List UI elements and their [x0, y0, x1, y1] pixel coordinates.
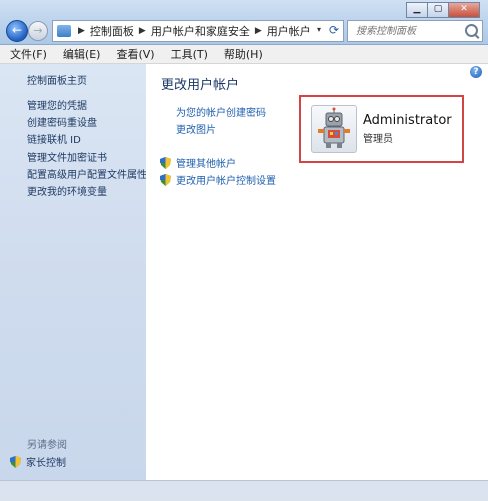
robot-avatar-icon [318, 107, 350, 148]
menu-bar: 文件(F) 编辑(E) 查看(V) 工具(T) 帮助(H) [0, 45, 488, 64]
sidebar: 控制面板主页 管理您的凭据 创建密码重设盘 链接联机 ID 管理文件加密证书 配… [0, 64, 147, 480]
control-panel-icon [57, 25, 71, 37]
back-button[interactable]: ← [6, 20, 28, 42]
refresh-icon[interactable]: ⟳ [329, 23, 339, 37]
menu-edit[interactable]: 编辑(E) [53, 46, 107, 62]
sidebar-link-online-id[interactable]: 链接联机 ID [27, 131, 81, 146]
breadcrumb-separator: ▶ [78, 26, 85, 36]
control-panel-window: ▁ ▢ ✕ ← → ▶ 控制面板 ▶ 用户帐户和家庭安全 ▶ 用户帐户 ▾ ⟳ … [0, 0, 488, 501]
window-controls: ▁ ▢ ✕ [406, 2, 480, 18]
menu-help[interactable]: 帮助(H) [214, 46, 269, 62]
menu-tools[interactable]: 工具(T) [161, 46, 214, 62]
shield-icon [10, 455, 21, 468]
search-box [347, 20, 483, 42]
forward-button[interactable]: → [28, 21, 48, 41]
change-picture-link[interactable]: 更改图片 [176, 121, 216, 136]
avatar [311, 105, 357, 153]
breadcrumb-user-accounts-family[interactable]: 用户帐户和家庭安全 [149, 23, 252, 39]
manage-other-accounts-label: 管理其他帐户 [176, 159, 236, 170]
menu-view[interactable]: 查看(V) [106, 46, 160, 62]
sidebar-link-parental-controls[interactable]: 家长控制 [10, 454, 66, 469]
maximize-button[interactable]: ▢ [427, 2, 449, 18]
sidebar-home-link[interactable]: 控制面板主页 [27, 72, 87, 87]
help-icon[interactable]: ? [470, 66, 482, 78]
status-bar [0, 480, 488, 501]
breadcrumb-user-accounts[interactable]: 用户帐户 [265, 23, 313, 39]
parental-controls-label: 家长控制 [26, 458, 66, 469]
sidebar-link-environment-variables[interactable]: 更改我的环境变量 [27, 183, 107, 198]
uac-settings-label: 更改用户帐户控制设置 [176, 176, 276, 187]
see-also-heading: 另请参阅 [27, 440, 67, 451]
minimize-button[interactable]: ▁ [406, 2, 428, 18]
search-icon[interactable] [465, 24, 478, 37]
user-name: Administrator [363, 113, 452, 128]
menu-file[interactable]: 文件(F) [0, 46, 53, 62]
user-account-card[interactable]: Administrator 管理员 [299, 95, 464, 163]
manage-other-accounts-task[interactable]: 管理其他帐户 [160, 155, 236, 170]
title-nav-bar: ▁ ▢ ✕ ← → ▶ 控制面板 ▶ 用户帐户和家庭安全 ▶ 用户帐户 ▾ ⟳ [0, 0, 488, 45]
sidebar-link-advanced-profile[interactable]: 配置高级用户配置文件属性 [27, 166, 147, 181]
sidebar-link-encryption-certificates[interactable]: 管理文件加密证书 [27, 149, 107, 164]
sidebar-link-password-reset-disk[interactable]: 创建密码重设盘 [27, 114, 97, 129]
address-bar[interactable]: ▶ 控制面板 ▶ 用户帐户和家庭安全 ▶ 用户帐户 ▾ ⟳ [52, 20, 344, 42]
shield-icon [160, 156, 171, 169]
shield-icon [160, 173, 171, 186]
page-title: 更改用户帐户 [161, 78, 240, 93]
create-password-link[interactable]: 为您的帐户创建密码 [176, 104, 266, 119]
close-button[interactable]: ✕ [448, 2, 480, 18]
user-role: 管理员 [363, 134, 393, 145]
sidebar-link-manage-credentials[interactable]: 管理您的凭据 [27, 97, 87, 112]
chevron-down-icon[interactable]: ▾ [317, 25, 321, 34]
breadcrumb-control-panel[interactable]: 控制面板 [88, 23, 136, 39]
uac-settings-task[interactable]: 更改用户帐户控制设置 [160, 172, 276, 187]
breadcrumb-separator[interactable]: ▶ [252, 26, 265, 36]
search-input[interactable] [354, 24, 470, 38]
breadcrumb-separator[interactable]: ▶ [136, 26, 149, 36]
main-content: ? 更改用户帐户 为您的帐户创建密码 更改图片 管理其他帐户 更改用户帐户控制设… [146, 64, 488, 480]
